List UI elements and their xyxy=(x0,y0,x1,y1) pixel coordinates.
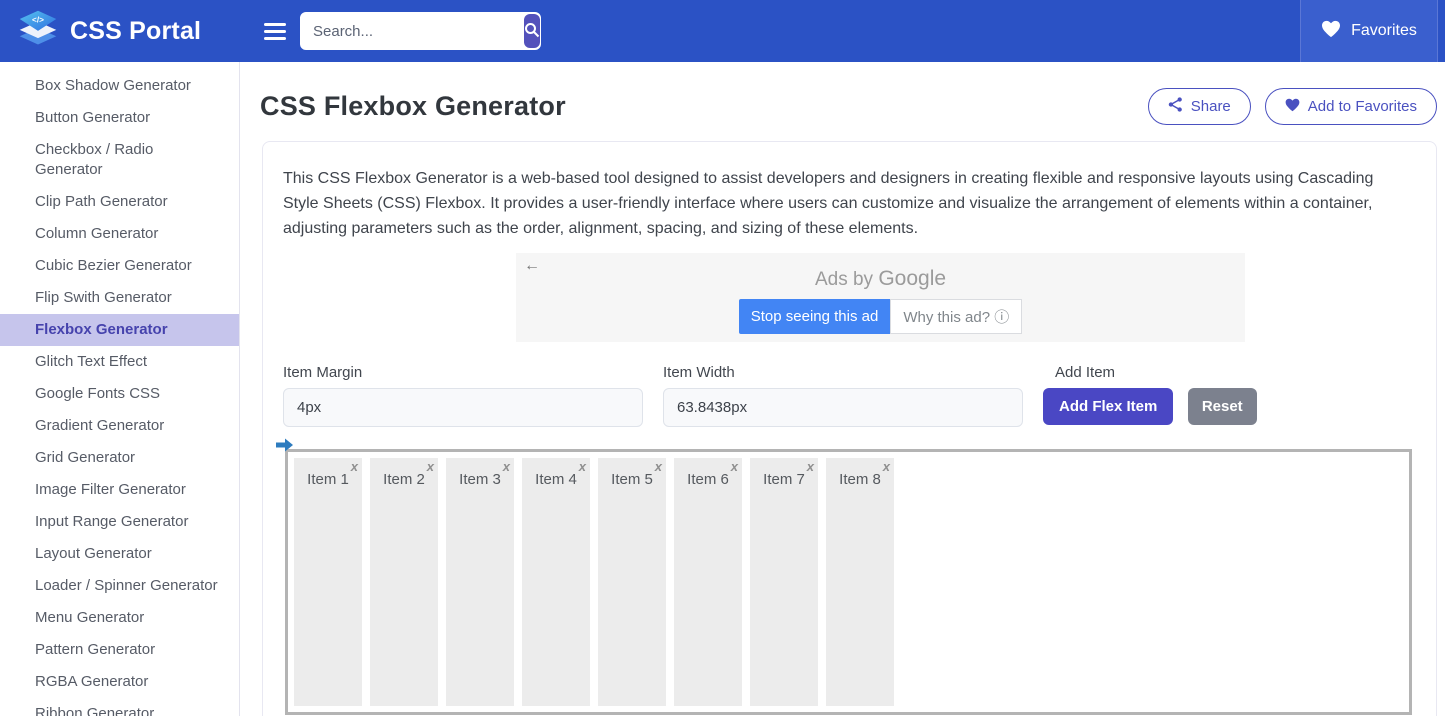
add-to-favorites-button[interactable]: Add to Favorites xyxy=(1265,88,1437,125)
remove-item-icon[interactable]: x xyxy=(807,459,814,474)
ad-back-arrow-icon[interactable]: ← xyxy=(524,257,540,275)
flex-item-label: Item 3 xyxy=(459,471,501,488)
google-ad: ← Ads by Google Stop seeing this ad Why … xyxy=(516,253,1245,342)
heart-icon xyxy=(1321,20,1341,43)
add-to-favorites-label: Add to Favorites xyxy=(1308,98,1417,115)
why-this-ad-button[interactable]: Why this ad? ⓘ xyxy=(890,299,1022,334)
remove-item-icon[interactable]: x xyxy=(503,459,510,474)
info-icon: ⓘ xyxy=(994,309,1009,326)
sidebar-item-image-filter-generator[interactable]: Image Filter Generator xyxy=(0,474,239,506)
sidebar-item-flexbox-generator[interactable]: Flexbox Generator xyxy=(0,314,239,346)
sidebar-item-gradient-generator[interactable]: Gradient Generator xyxy=(0,410,239,442)
flex-item[interactable]: Item 8x xyxy=(826,458,894,706)
sidebar-item-grid-generator[interactable]: Grid Generator xyxy=(0,442,239,474)
flex-item-label: Item 4 xyxy=(535,471,577,488)
remove-item-icon[interactable]: x xyxy=(655,459,662,474)
flex-item[interactable]: Item 7x xyxy=(750,458,818,706)
brand[interactable]: </> CSS Portal xyxy=(0,8,240,55)
sidebar-item-ribbon-generator[interactable]: Ribbon Generator xyxy=(0,698,239,716)
svg-text:</>: </> xyxy=(32,15,44,24)
share-icon xyxy=(1168,97,1183,116)
sidebar-item-pattern-generator[interactable]: Pattern Generator xyxy=(0,634,239,666)
reset-button[interactable]: Reset xyxy=(1188,388,1257,425)
sidebar-item-clip-path-generator[interactable]: Clip Path Generator xyxy=(0,186,239,218)
flex-item[interactable]: Item 4x xyxy=(522,458,590,706)
flex-item[interactable]: Item 2x xyxy=(370,458,438,706)
sidebar-list: Box Shadow GeneratorButton GeneratorChec… xyxy=(0,70,239,716)
flex-item-label: Item 1 xyxy=(307,471,349,488)
sidebar-item-flip-swith-generator[interactable]: Flip Swith Generator xyxy=(0,282,239,314)
tool-description: This CSS Flexbox Generator is a web-base… xyxy=(283,166,1403,241)
flex-item[interactable]: Item 6x xyxy=(674,458,742,706)
flex-direction-arrow-icon xyxy=(276,437,294,458)
sidebar-item-loader-spinner-generator[interactable]: Loader / Spinner Generator xyxy=(0,570,239,602)
remove-item-icon[interactable]: x xyxy=(427,459,434,474)
favorites-label: Favorites xyxy=(1351,22,1417,40)
sidebar-item-box-shadow-generator[interactable]: Box Shadow Generator xyxy=(0,70,239,102)
flex-item-label: Item 6 xyxy=(687,471,729,488)
sidebar-item-column-generator[interactable]: Column Generator xyxy=(0,218,239,250)
generator-card: This CSS Flexbox Generator is a web-base… xyxy=(262,141,1437,716)
add-item-label: Add Item xyxy=(1055,364,1257,381)
flex-item-label: Item 2 xyxy=(383,471,425,488)
item-width-label: Item Width xyxy=(663,364,1023,381)
menu-icon[interactable] xyxy=(264,23,286,40)
sidebar-item-google-fonts-css[interactable]: Google Fonts CSS xyxy=(0,378,239,410)
flex-item-label: Item 7 xyxy=(763,471,805,488)
sidebar-item-rgba-generator[interactable]: RGBA Generator xyxy=(0,666,239,698)
sidebar-item-button-generator[interactable]: Button Generator xyxy=(0,102,239,134)
heart-icon xyxy=(1285,98,1300,116)
flex-item[interactable]: Item 3x xyxy=(446,458,514,706)
page-title: CSS Flexbox Generator xyxy=(260,91,566,122)
item-width-input[interactable] xyxy=(663,388,1023,427)
main-content: CSS Flexbox Generator Share xyxy=(240,62,1445,716)
search-icon xyxy=(524,22,540,41)
sidebar-item-cubic-bezier-generator[interactable]: Cubic Bezier Generator xyxy=(0,250,239,282)
flex-container: Item 1xItem 2xItem 3xItem 4xItem 5xItem … xyxy=(285,449,1412,715)
flex-preview: Item 1xItem 2xItem 3xItem 4xItem 5xItem … xyxy=(283,449,1416,715)
search-bar xyxy=(300,12,541,50)
ad-title: Ads by Google xyxy=(516,253,1245,291)
sidebar-item-input-range-generator[interactable]: Input Range Generator xyxy=(0,506,239,538)
search-input[interactable] xyxy=(301,23,524,40)
flex-item-label: Item 8 xyxy=(839,471,881,488)
flex-item[interactable]: Item 1x xyxy=(294,458,362,706)
sidebar: Box Shadow GeneratorButton GeneratorChec… xyxy=(0,62,240,716)
remove-item-icon[interactable]: x xyxy=(579,459,586,474)
share-button[interactable]: Share xyxy=(1148,88,1251,125)
css-portal-logo-icon: </> xyxy=(16,8,60,55)
flex-item-label: Item 5 xyxy=(611,471,653,488)
share-label: Share xyxy=(1191,98,1231,115)
remove-item-icon[interactable]: x xyxy=(351,459,358,474)
search-button[interactable] xyxy=(524,14,540,48)
item-margin-label: Item Margin xyxy=(283,364,643,381)
item-margin-input[interactable] xyxy=(283,388,643,427)
app-header: </> CSS Portal Favorites xyxy=(0,0,1445,62)
sidebar-item-checkbox-radio-generator[interactable]: Checkbox / Radio Generator xyxy=(0,134,239,186)
remove-item-icon[interactable]: x xyxy=(883,459,890,474)
stop-seeing-ad-button[interactable]: Stop seeing this ad xyxy=(739,299,891,334)
sidebar-item-menu-generator[interactable]: Menu Generator xyxy=(0,602,239,634)
header-favorites-button[interactable]: Favorites xyxy=(1300,0,1438,62)
brand-title: CSS Portal xyxy=(70,17,201,46)
sidebar-item-layout-generator[interactable]: Layout Generator xyxy=(0,538,239,570)
remove-item-icon[interactable]: x xyxy=(731,459,738,474)
add-flex-item-button[interactable]: Add Flex Item xyxy=(1043,388,1173,425)
sidebar-item-glitch-text-effect[interactable]: Glitch Text Effect xyxy=(0,346,239,378)
flex-item[interactable]: Item 5x xyxy=(598,458,666,706)
